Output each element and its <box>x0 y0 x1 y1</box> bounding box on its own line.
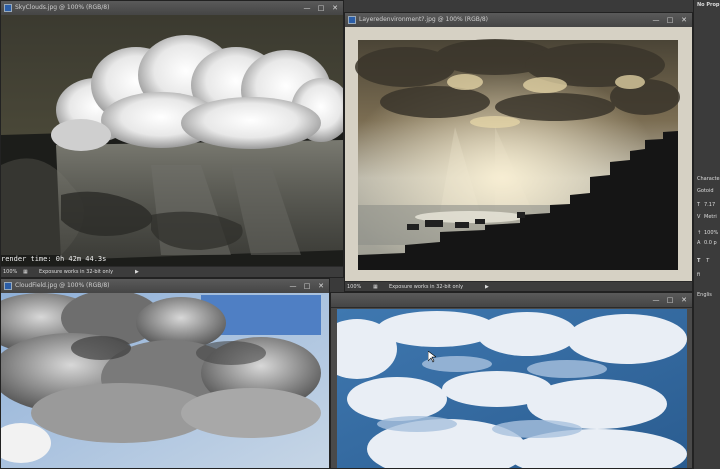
zoom-level[interactable]: 100% <box>347 282 361 291</box>
vertical-scale-icon: ↑ <box>697 230 702 236</box>
doc-title: SkyClouds.jpg @ 100% (RGB/8) <box>15 4 110 11</box>
font-family-field[interactable]: Gotoid <box>697 188 714 195</box>
status-text: Exposure works in 32-bit only <box>39 269 114 275</box>
close-icon[interactable]: ✕ <box>678 295 690 305</box>
cloud-top-image <box>337 309 687 468</box>
font-size-field[interactable]: 7.17 <box>704 202 715 209</box>
layered-environment-image <box>355 39 680 270</box>
text-italic-icon[interactable]: T <box>706 258 709 265</box>
doc-window-ice[interactable]: — □ ✕ <box>330 292 693 469</box>
minimize-icon[interactable]: — <box>650 15 662 25</box>
status-bar: 100% ▦ Exposure works in 32-bit only ▶ <box>1 266 343 277</box>
properties-panel: No Prop Characte Gotoid T 7.17 V Metri ↑… <box>693 0 720 469</box>
minimize-icon[interactable]: — <box>301 3 313 13</box>
render-time-label: render time: 0h 42m 44.3s <box>1 255 107 263</box>
document-icon <box>4 4 12 12</box>
fraction-icon[interactable]: fi <box>697 272 700 279</box>
doc-title: CloudField.jpg @ 100% (RGB/8) <box>15 282 110 289</box>
status-icon[interactable]: ▦ <box>373 282 378 291</box>
kerning-icon: V <box>697 214 701 220</box>
status-arrow-icon[interactable]: ▶ <box>135 267 139 277</box>
doc-titlebar[interactable]: CloudField.jpg @ 100% (RGB/8) — □ ✕ <box>1 279 329 294</box>
document-icon <box>4 282 12 290</box>
close-icon[interactable]: ✕ <box>315 281 327 291</box>
maximize-icon[interactable]: □ <box>664 295 676 305</box>
doc-window-cloudfield[interactable]: CloudField.jpg @ 100% (RGB/8) — □ ✕ <box>0 278 330 469</box>
minimize-icon[interactable]: — <box>287 281 299 291</box>
maximize-icon[interactable]: □ <box>664 15 676 25</box>
baseline-field[interactable]: 0.0 p <box>704 240 717 247</box>
zoom-level[interactable]: 100% <box>3 267 17 277</box>
mouse-cursor-icon <box>428 351 436 363</box>
document-icon <box>348 16 356 24</box>
image-canvas[interactable]: render time: 0h 42m 44.3s <box>1 15 343 266</box>
status-text: Exposure works in 32-bit only <box>389 284 464 290</box>
doc-titlebar[interactable]: SkyClouds.jpg @ 100% (RGB/8) — □ ✕ <box>1 1 343 16</box>
close-icon[interactable]: ✕ <box>329 3 341 13</box>
font-size-icon: T <box>697 202 701 208</box>
kerning-field[interactable]: Metri <box>704 214 717 221</box>
maximize-icon[interactable]: □ <box>301 281 313 291</box>
cloud-render-image <box>1 15 343 266</box>
vertical-scale-field[interactable]: 100% <box>704 230 718 237</box>
image-canvas[interactable] <box>345 27 692 281</box>
panel-header: No Prop <box>697 2 720 8</box>
doc-title: Layeredenvironment?.jpg @ 100% (RGB/8) <box>359 16 489 23</box>
language-field[interactable]: Englis <box>697 292 712 299</box>
image-canvas[interactable] <box>337 309 687 468</box>
doc-titlebar[interactable]: Layeredenvironment?.jpg @ 100% (RGB/8) —… <box>345 13 692 28</box>
image-canvas[interactable] <box>1 293 329 468</box>
cloudfield-image <box>1 293 329 468</box>
maximize-icon[interactable]: □ <box>315 3 327 13</box>
text-style-icon[interactable]: T <box>697 258 700 265</box>
close-icon[interactable]: ✕ <box>678 15 690 25</box>
status-arrow-icon[interactable]: ▶ <box>485 282 489 291</box>
doc-window-layered[interactable]: Layeredenvironment?.jpg @ 100% (RGB/8) —… <box>344 12 693 292</box>
baseline-icon: A <box>697 240 701 246</box>
status-icon[interactable]: ▦ <box>23 267 28 277</box>
doc-titlebar[interactable]: — □ ✕ <box>331 293 692 308</box>
character-panel-label[interactable]: Characte <box>697 176 720 183</box>
status-bar: 100% ▦ Exposure works in 32-bit only ▶ <box>345 281 692 291</box>
minimize-icon[interactable]: — <box>650 295 662 305</box>
doc-window-skyclouds[interactable]: SkyClouds.jpg @ 100% (RGB/8) — □ ✕ rende… <box>0 0 344 278</box>
